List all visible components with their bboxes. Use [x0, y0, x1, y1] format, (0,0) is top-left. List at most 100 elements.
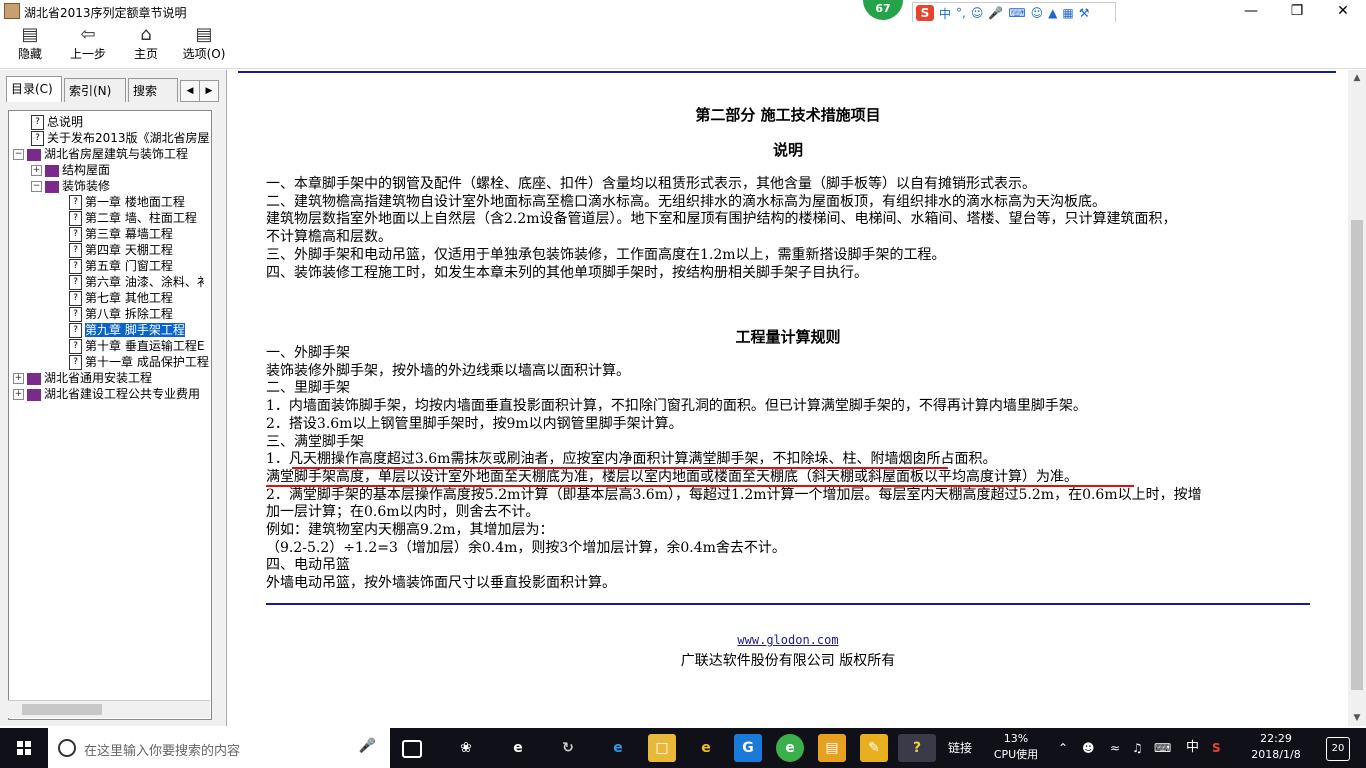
footer-copyright: 广联达软件股份有限公司 版权所有 — [680, 653, 896, 669]
people-icon[interactable]: ☻ — [1082, 728, 1095, 768]
ime-lang[interactable]: 中 — [939, 5, 951, 22]
task-view-icon[interactable] — [402, 740, 422, 758]
windows-icon — [17, 741, 31, 755]
hide-button[interactable]: ▤ 隐藏 — [2, 24, 58, 66]
tree-item[interactable]: ? 第七章 其他工程 — [69, 290, 173, 306]
collapse-icon[interactable]: − — [31, 181, 42, 192]
ime-indicator[interactable]: 中 — [1186, 728, 1199, 768]
shirt-icon[interactable]: ▲ — [1048, 6, 1057, 20]
expand-icon[interactable]: + — [13, 373, 24, 384]
keyboard-icon[interactable]: ⌨ — [1154, 728, 1171, 768]
tree-item[interactable]: ? 第十章 垂直运输工程E — [69, 338, 204, 354]
clock[interactable]: 22:29 2018/1/8 — [1244, 731, 1308, 763]
tree-item[interactable]: ? 第六章 油漆、涂料、衤 — [69, 274, 209, 290]
user-icon[interactable]: ☺ — [1031, 6, 1044, 20]
glodon-app-icon[interactable]: G — [734, 734, 762, 762]
tree-item[interactable]: + 湖北省建设工程公共专业费用 — [13, 386, 200, 402]
tree-item[interactable]: ? 第十一章 成品保护工程 — [69, 354, 209, 370]
tree-item-label: 第三章 幕墙工程 — [85, 227, 173, 241]
sogou-icon[interactable]: S — [916, 5, 934, 21]
mic-icon[interactable]: 🎤 — [988, 6, 1003, 20]
ime-toolbar[interactable]: S 中 °, ☺ 🎤 ⌨ ☺ ▲ ▦ ⚒ — [912, 2, 1116, 24]
footer-link[interactable]: www.glodon.com — [228, 633, 1348, 647]
tree-item[interactable]: − 湖北省房屋建筑与装饰工程 — [13, 146, 188, 162]
tree-item[interactable]: ? 第九章 脚手架工程 — [69, 322, 185, 338]
maximize-button[interactable]: ❐ — [1274, 0, 1320, 22]
navigation-pane: 目录(C) 索引(N) 搜索(S) ◀ ▶ ?总说明?关于发布2013版《湖北省… — [0, 70, 227, 726]
scroll-down-icon[interactable]: ▼ — [1348, 710, 1366, 726]
text-line: 外墙电动吊篮，按外墙装饰面尺寸以垂直投影面积计算。 — [266, 575, 616, 592]
scroll-up-icon[interactable]: ▲ — [1348, 70, 1366, 86]
wrench-icon[interactable]: ⚒ — [1079, 6, 1090, 20]
tree-item[interactable]: ? 第三章 幕墙工程 — [69, 226, 173, 242]
notes-app-icon[interactable]: ▤ — [818, 734, 846, 762]
emoji-icon[interactable]: ☺ — [971, 6, 984, 20]
sogou-tray-icon[interactable]: S — [1212, 728, 1221, 768]
tree-item[interactable]: + 结构屋面 — [31, 162, 110, 178]
text-line: 四、装饰装修工程施工时，如发生本章未列的其他单项脚手架时，按结构册相关脚手架子目… — [266, 264, 868, 281]
tree-item-label: 第六章 油漆、涂料、衤 — [85, 275, 209, 289]
scrollbar-thumb[interactable] — [22, 704, 102, 715]
ie-browser-icon[interactable]: e — [604, 734, 632, 762]
tree-item[interactable]: ? 总说明 — [31, 114, 83, 130]
hide-icon: ▤ — [21, 24, 39, 45]
section-title-rules: 工程量计算规则 — [735, 328, 841, 346]
internet-explorer-icon[interactable]: e — [692, 734, 720, 762]
options-button[interactable]: ▤ 选项(O) — [176, 24, 232, 66]
tree-item[interactable]: ? 第二章 墙、柱面工程 — [69, 210, 197, 226]
tree-item[interactable]: + 湖北省通用安装工程 — [13, 370, 152, 386]
help-app-icon[interactable]: ? — [898, 734, 936, 762]
tree-item[interactable]: ? 关于发布2013版《湖北省房屋 — [31, 130, 210, 146]
home-button[interactable]: ⌂ 主页 — [118, 24, 174, 66]
360-browser-icon[interactable]: e — [776, 734, 804, 762]
minimize-button[interactable]: — — [1228, 0, 1274, 22]
tab-index[interactable]: 索引(N) — [64, 78, 126, 102]
toolbar: ▤ 隐藏 ⇦ 上一步 ⌂ 主页 ▤ 选项(O) — [0, 22, 1366, 69]
tab-scroll-right-icon[interactable]: ▶ — [199, 80, 219, 102]
book-icon — [27, 372, 41, 385]
mic-icon[interactable]: 🎤 — [359, 738, 376, 754]
tab-scroll-left-icon[interactable]: ◀ — [180, 80, 200, 102]
scrollbar-thumb[interactable] — [1351, 220, 1363, 690]
fan-app-icon[interactable]: ❀ — [452, 734, 480, 762]
wifi-icon[interactable]: ≈ — [1110, 728, 1120, 768]
swirl-app-icon[interactable]: ↻ — [554, 734, 582, 762]
document-vertical-scrollbar[interactable]: ▲ ▼ — [1348, 70, 1366, 726]
file-explorer-icon[interactable]: □ — [648, 734, 676, 762]
document-pane: 第二部分 施工技术措施项目 说明 一、本章脚手架中的钢管及配件（螺栓、底座、扣件… — [228, 70, 1348, 726]
notification-center-icon[interactable]: 20 — [1326, 737, 1350, 761]
tree-item-label: 第五章 门窗工程 — [85, 259, 173, 273]
back-arrow-icon: ⇦ — [80, 24, 96, 45]
tray-expand-icon[interactable]: ⌃ — [1058, 728, 1068, 768]
tree-item[interactable]: ? 第一章 楼地面工程 — [69, 194, 185, 210]
text-line: 1．内墙面装饰脚手架，均按内墙面垂直投影面积计算，不扣除门窗孔洞的面积。但已计算… — [266, 398, 1087, 415]
app-icon — [4, 3, 20, 19]
tree-item[interactable]: − 装饰装修 — [31, 178, 110, 194]
ime-punct[interactable]: °, — [956, 6, 966, 20]
contents-tree[interactable]: ? 总说明? 关于发布2013版《湖北省房屋 − 湖北省房屋建筑与装饰工程 + 结构屋面 − 装… — [8, 110, 212, 720]
edit-app-icon[interactable]: ✎ — [860, 734, 888, 762]
start-button[interactable] — [0, 728, 48, 768]
grid-icon[interactable]: ▦ — [1062, 6, 1073, 20]
help-page-icon: ? — [69, 307, 82, 322]
keyboard-icon[interactable]: ⌨ — [1008, 6, 1025, 20]
back-button[interactable]: ⇦ 上一步 — [60, 24, 116, 66]
help-page-icon: ? — [69, 259, 82, 274]
tree-horizontal-scrollbar[interactable] — [8, 700, 210, 718]
tree-item[interactable]: ? 第五章 门窗工程 — [69, 258, 173, 274]
taskbar-search[interactable]: 在这里输入你要搜索的内容 🎤 — [48, 728, 390, 768]
part-title: 第二部分 施工技术措施项目 — [695, 106, 881, 124]
close-button[interactable]: ✕ — [1320, 0, 1366, 22]
text-line: 满堂脚手架高度，单层以设计室外地面至天棚底为准，楼层以室内地面或楼面至天棚底（斜… — [266, 468, 1078, 485]
tab-search[interactable]: 搜索(S) — [128, 78, 178, 102]
tree-item[interactable]: ? 第八章 拆除工程 — [69, 306, 173, 322]
edge-browser-icon[interactable]: e — [504, 734, 532, 762]
expand-icon[interactable]: + — [31, 165, 42, 176]
links-toolbar[interactable]: 链接 — [948, 728, 972, 768]
collapse-icon[interactable]: − — [13, 149, 24, 160]
help-page-icon: ? — [31, 115, 44, 130]
tab-contents[interactable]: 目录(C) — [6, 76, 62, 102]
tree-item[interactable]: ? 第四章 天棚工程 — [69, 242, 173, 258]
volume-icon[interactable]: ♫ — [1132, 728, 1143, 768]
expand-icon[interactable]: + — [13, 389, 24, 400]
